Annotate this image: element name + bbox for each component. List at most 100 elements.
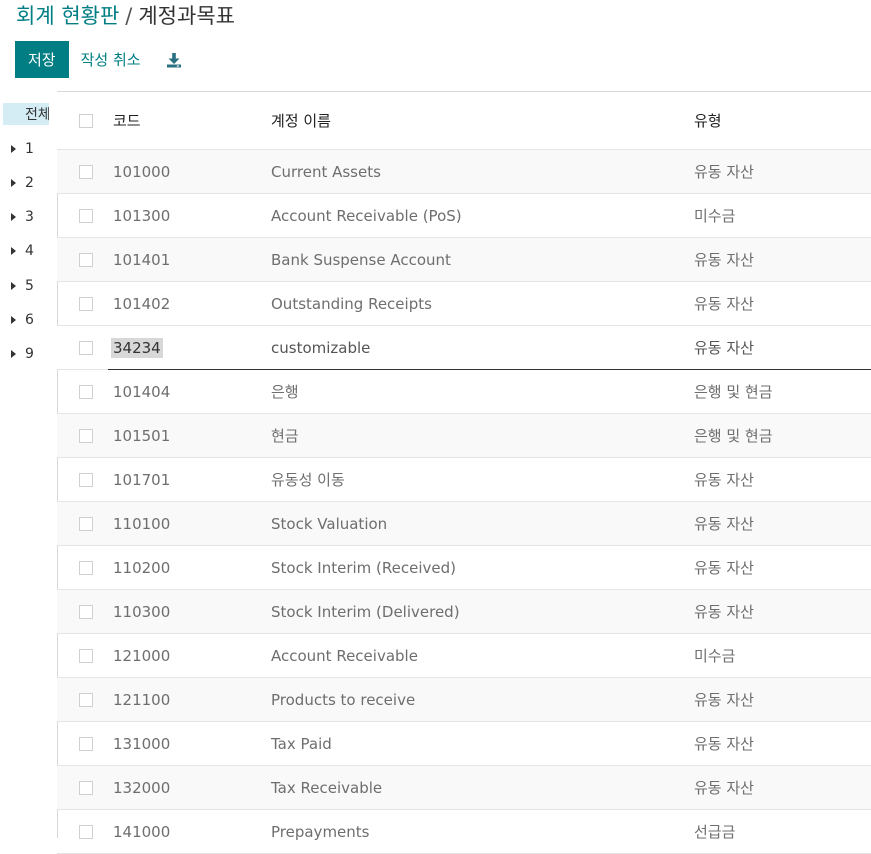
type-cell[interactable]: 유동 자산: [694, 678, 754, 721]
code-cell[interactable]: 110200: [113, 546, 170, 589]
sidebar-item-group[interactable]: 5: [11, 276, 34, 296]
name-cell[interactable]: Prepayments: [271, 810, 369, 853]
row-checkbox[interactable]: [79, 252, 93, 267]
table-row[interactable]: 101701 유동성 이동 유동 자산: [57, 458, 871, 502]
code-cell[interactable]: 101701: [113, 458, 170, 501]
row-checkbox[interactable]: [79, 384, 93, 399]
row-checkbox[interactable]: [79, 604, 93, 619]
code-cell[interactable]: 101401: [113, 238, 170, 281]
name-cell[interactable]: 현금: [271, 414, 299, 457]
row-checkbox[interactable]: [79, 736, 93, 751]
sidebar-item-group[interactable]: 2: [11, 173, 34, 193]
row-checkbox[interactable]: [79, 208, 93, 223]
type-cell[interactable]: 선급금: [694, 810, 735, 853]
table-row[interactable]: 101402 Outstanding Receipts 유동 자산: [57, 282, 871, 326]
code-cell[interactable]: 110300: [113, 590, 170, 633]
name-cell[interactable]: 유동성 이동: [271, 458, 345, 501]
table-row[interactable]: 101300 Account Receivable (PoS) 미수금: [57, 194, 871, 238]
name-cell[interactable]: Tax Paid: [271, 722, 332, 765]
code-input[interactable]: 34234: [111, 337, 163, 358]
name-cell[interactable]: Bank Suspense Account: [271, 238, 451, 281]
table-row[interactable]: 110300 Stock Interim (Delivered) 유동 자산: [57, 590, 871, 634]
table-row[interactable]: 101401 Bank Suspense Account 유동 자산: [57, 238, 871, 282]
type-cell[interactable]: 유동 자산: [694, 546, 754, 589]
table-row[interactable]: 121000 Account Receivable 미수금: [57, 634, 871, 678]
row-checkbox[interactable]: [79, 428, 93, 443]
column-header-name[interactable]: 계정 이름: [271, 92, 331, 149]
code-cell[interactable]: 101300: [113, 194, 170, 237]
table-row[interactable]: 110200 Stock Interim (Received) 유동 자산: [57, 546, 871, 590]
name-cell[interactable]: Products to receive: [271, 678, 415, 721]
row-checkbox[interactable]: [79, 472, 93, 487]
breadcrumb-parent-link[interactable]: 회계 현황판: [16, 4, 119, 28]
sidebar-item-group[interactable]: 3: [11, 207, 34, 227]
row-select-cell: [79, 634, 93, 677]
type-cell[interactable]: 유동 자산: [694, 590, 754, 633]
type-cell[interactable]: 유동 자산: [694, 458, 754, 501]
code-cell[interactable]: 101404: [113, 370, 170, 413]
sidebar-item-group[interactable]: 1: [11, 139, 34, 159]
type-cell[interactable]: 유동 자산: [694, 766, 754, 809]
sidebar-item-group[interactable]: 4: [11, 241, 34, 261]
code-cell[interactable]: 132000: [113, 766, 170, 809]
type-cell[interactable]: 유동 자산: [694, 282, 754, 325]
row-checkbox[interactable]: [79, 340, 93, 355]
type-cell[interactable]: 유동 자산: [694, 150, 754, 193]
table-row[interactable]: 110100 Stock Valuation 유동 자산: [57, 502, 871, 546]
table-row[interactable]: 132000 Tax Receivable 유동 자산: [57, 766, 871, 810]
row-checkbox[interactable]: [79, 648, 93, 663]
name-cell[interactable]: Account Receivable: [271, 634, 418, 677]
row-checkbox[interactable]: [79, 692, 93, 707]
name-cell[interactable]: Account Receivable (PoS): [271, 194, 462, 237]
code-cell[interactable]: 101000: [113, 150, 170, 193]
type-cell[interactable]: 유동 자산: [694, 238, 754, 281]
download-button[interactable]: [165, 51, 183, 69]
table-row[interactable]: 141000 Prepayments 선급금: [57, 810, 871, 854]
code-cell[interactable]: 121000: [113, 634, 170, 677]
table-row-editing[interactable]: 34234 customizable 유동 자산: [57, 326, 871, 370]
row-checkbox[interactable]: [79, 780, 93, 795]
type-cell[interactable]: 미수금: [694, 634, 735, 677]
row-checkbox[interactable]: [79, 516, 93, 531]
row-select-cell: [79, 282, 93, 325]
code-value: 110300: [113, 602, 171, 621]
table-row[interactable]: 101000 Current Assets 유동 자산: [57, 150, 871, 194]
type-cell[interactable]: 유동 자산: [694, 502, 754, 545]
type-select[interactable]: 유동 자산: [694, 326, 754, 369]
table-row[interactable]: 101404 은행 은행 및 현금: [57, 370, 871, 414]
table-row[interactable]: 121100 Products to receive 유동 자산: [57, 678, 871, 722]
name-cell[interactable]: Outstanding Receipts: [271, 282, 432, 325]
row-checkbox[interactable]: [79, 560, 93, 575]
type-cell[interactable]: 미수금: [694, 194, 735, 237]
column-header-type[interactable]: 유형: [694, 92, 722, 149]
sidebar-item-group[interactable]: 6: [11, 310, 34, 330]
name-cell[interactable]: 은행: [271, 370, 299, 413]
discard-button[interactable]: 작성 취소: [81, 49, 141, 70]
save-button[interactable]: 저장: [15, 41, 69, 78]
sidebar-item-all[interactable]: 전체: [3, 103, 49, 125]
name-input[interactable]: customizable: [271, 326, 370, 369]
type-cell[interactable]: 은행 및 현금: [694, 414, 773, 457]
code-cell[interactable]: 110100: [113, 502, 170, 545]
code-cell[interactable]: 131000: [113, 722, 170, 765]
name-cell[interactable]: Current Assets: [271, 150, 381, 193]
name-cell[interactable]: Tax Receivable: [271, 766, 382, 809]
type-cell[interactable]: 은행 및 현금: [694, 370, 773, 413]
code-cell[interactable]: 101501: [113, 414, 170, 457]
type-cell[interactable]: 유동 자산: [694, 722, 754, 765]
code-cell[interactable]: 121100: [113, 678, 170, 721]
sidebar-item-group[interactable]: 9: [11, 344, 34, 364]
code-cell[interactable]: 101402: [113, 282, 170, 325]
row-checkbox[interactable]: [79, 296, 93, 311]
row-checkbox[interactable]: [79, 824, 93, 839]
name-cell[interactable]: Stock Interim (Received): [271, 546, 456, 589]
column-header-code[interactable]: 코드: [113, 92, 141, 149]
name-cell[interactable]: Stock Interim (Delivered): [271, 590, 460, 633]
select-all-checkbox[interactable]: [79, 113, 93, 128]
table-row[interactable]: 101501 현금 은행 및 현금: [57, 414, 871, 458]
table-row[interactable]: 131000 Tax Paid 유동 자산: [57, 722, 871, 766]
row-checkbox[interactable]: [79, 164, 93, 179]
name-cell[interactable]: Stock Valuation: [271, 502, 387, 545]
code-cell[interactable]: 34234: [111, 326, 163, 369]
code-cell[interactable]: 141000: [113, 810, 170, 853]
